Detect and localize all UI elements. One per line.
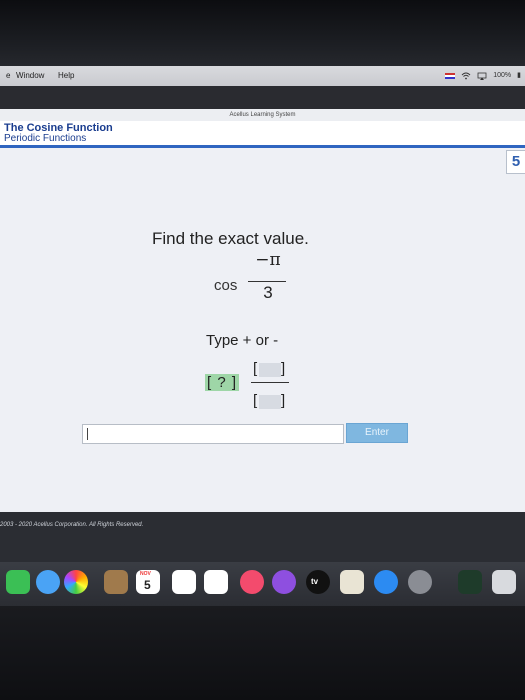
apple-tv-label: tv bbox=[311, 577, 319, 586]
podcasts-icon[interactable] bbox=[272, 570, 296, 594]
menubar-status-area: 100% ▮ bbox=[445, 66, 525, 86]
fraction-denominator: 3 bbox=[263, 283, 273, 302]
preview-icon[interactable] bbox=[340, 570, 364, 594]
menu-item-help[interactable]: Help bbox=[58, 66, 74, 86]
answer-numerator-slot[interactable]: [ ] bbox=[253, 360, 287, 379]
mac-dock: NOV 5 tv bbox=[0, 562, 525, 606]
cos-function-label: cos bbox=[214, 277, 238, 294]
sign-answer-slot[interactable]: [ ? ] bbox=[205, 374, 240, 391]
menu-item-edit[interactable]: e bbox=[6, 66, 10, 86]
answer-input[interactable] bbox=[82, 424, 344, 444]
facetime-icon[interactable] bbox=[6, 570, 30, 594]
page-number-badge[interactable]: 5 bbox=[506, 150, 525, 174]
trash-icon[interactable] bbox=[492, 570, 516, 594]
calendar-day: 5 bbox=[144, 578, 151, 592]
mac-menubar: e Window Help 100% ▮ bbox=[0, 66, 525, 86]
calendar-icon[interactable]: NOV 5 bbox=[136, 570, 160, 594]
wifi-icon[interactable] bbox=[461, 72, 471, 80]
activity-monitor-icon[interactable] bbox=[458, 570, 482, 594]
messages-icon[interactable] bbox=[36, 570, 60, 594]
notes-icon[interactable] bbox=[172, 570, 196, 594]
browser-toolbar-strip bbox=[0, 86, 525, 109]
fraction-numerator: −π bbox=[255, 250, 281, 270]
answer-fraction-bar bbox=[251, 382, 289, 383]
app-store-icon[interactable] bbox=[374, 570, 398, 594]
question-prompt: Find the exact value. bbox=[152, 229, 309, 248]
enter-button[interactable]: Enter bbox=[346, 423, 408, 443]
calendar-month: NOV bbox=[140, 571, 151, 577]
answer-denominator-slot[interactable]: [ ] bbox=[253, 392, 287, 411]
menu-item-window[interactable]: Window bbox=[16, 66, 44, 86]
sign-hint: Type + or - bbox=[206, 332, 279, 349]
lesson-header: The Cosine Function Periodic Functions bbox=[0, 121, 525, 148]
input-source-flag-icon[interactable] bbox=[445, 73, 456, 79]
sign-placeholder[interactable]: [ ? ] bbox=[205, 374, 240, 391]
music-icon[interactable] bbox=[240, 570, 264, 594]
photos-icon[interactable] bbox=[64, 570, 88, 594]
battery-icon[interactable]: ▮ bbox=[517, 66, 521, 86]
contacts-icon[interactable] bbox=[104, 570, 128, 594]
reminders-icon[interactable] bbox=[204, 570, 228, 594]
monitor-bezel-bottom bbox=[0, 606, 525, 700]
fraction-bar bbox=[248, 281, 286, 282]
lesson-subtitle: Periodic Functions bbox=[4, 133, 87, 144]
system-preferences-icon[interactable] bbox=[408, 570, 432, 594]
apple-tv-icon[interactable]: tv bbox=[306, 570, 330, 594]
problem-area bbox=[0, 148, 525, 512]
footer-area bbox=[0, 512, 525, 562]
battery-percent[interactable]: 100% bbox=[493, 66, 511, 86]
monitor-bezel-top bbox=[0, 0, 525, 66]
text-caret bbox=[87, 428, 88, 440]
airplay-icon[interactable] bbox=[477, 72, 487, 80]
copyright-text: 2003 - 2020 Acellus Corporation. All Rig… bbox=[0, 522, 144, 528]
